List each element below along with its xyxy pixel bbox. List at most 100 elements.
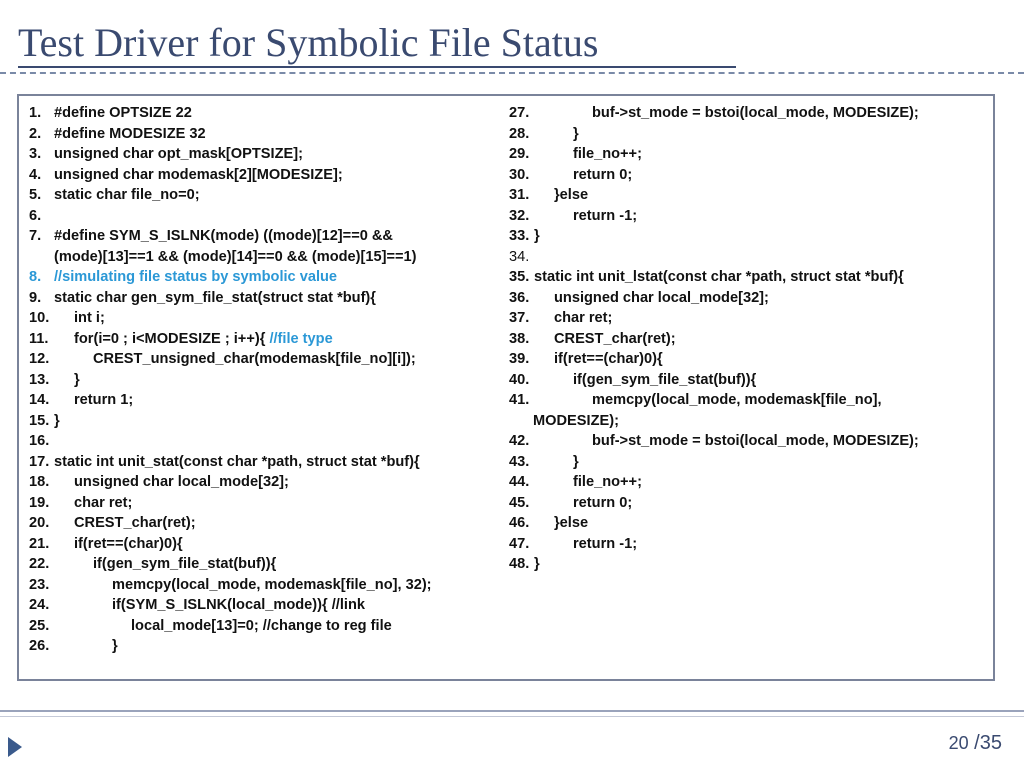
code-line: 40. if(gen_sym_file_stat(buf)){ — [509, 370, 994, 391]
line-number: 45. — [509, 494, 530, 511]
code-column-right: 27. buf->st_mode = bstoi(local_mode, MODE… — [509, 103, 994, 575]
line-number: 9. — [29, 289, 42, 306]
code-listing-box: 1. #define OPTSIZE 22 2. #define MODESIZE … — [17, 94, 995, 681]
line-number: 12. — [29, 351, 50, 367]
code-line: 38. CREST_char(ret); — [509, 329, 994, 350]
code-text: }else — [554, 187, 589, 203]
code-line: 20. CREST_char(ret); — [29, 513, 509, 534]
code-line: 15.} — [29, 411, 509, 432]
line-number: 40. — [509, 371, 530, 388]
code-line: 22. if(gen_sym_file_stat(buf)){ — [29, 554, 509, 575]
code-text: } — [573, 453, 579, 470]
code-text: CREST_char(ret); — [554, 330, 676, 347]
code-text: } — [74, 371, 80, 388]
code-comment: //file type — [269, 330, 333, 347]
code-text: return 1; — [74, 392, 134, 408]
code-line: 1. #define OPTSIZE 22 — [29, 103, 509, 124]
code-text: int i; — [74, 310, 105, 326]
code-text: }else — [554, 515, 589, 531]
code-line: 26.} — [29, 636, 509, 657]
code-text: static int unit_stat(const char *path, s… — [54, 453, 420, 470]
page-current: 20 — [948, 733, 969, 753]
code-line: 4. unsigned char modemask[2][MODESIZE]; — [29, 165, 509, 186]
code-line: 3. unsigned char opt_mask[OPTSIZE]; — [29, 144, 509, 165]
code-line: 34. — [509, 247, 994, 268]
code-text: file_no++; — [573, 146, 642, 162]
page-number: 20 /35 — [949, 732, 1002, 755]
code-line: 25. local_mode[13]=0; //change to reg fil… — [29, 616, 509, 637]
line-number: 2. — [29, 125, 42, 142]
line-number: 6. — [29, 207, 42, 224]
code-text: static int unit_lstat(const char *path, … — [534, 269, 904, 285]
code-text: unsigned char opt_mask[OPTSIZE]; — [54, 146, 303, 162]
page-total: 35 — [979, 732, 1002, 754]
line-number: 39. — [509, 351, 530, 367]
code-line: 32. return -1; — [509, 206, 994, 227]
code-line: 13.} — [29, 370, 509, 391]
code-line: 39. if(ret==(char)0){ — [509, 349, 994, 370]
code-text: file_no++; — [573, 474, 642, 490]
code-text: CREST_char(ret); — [74, 515, 196, 531]
line-number: 37. — [509, 310, 530, 326]
code-text: static char file_no=0; — [54, 187, 200, 203]
code-text: return -1; — [573, 535, 638, 552]
dashed-divider — [0, 72, 1024, 74]
code-line: 2. #define MODESIZE 32 — [29, 124, 509, 145]
line-number: 10. — [29, 310, 50, 326]
line-number: 31. — [509, 187, 530, 203]
code-text: buf->st_mode = bstoi(local_mode, MODESIZ… — [592, 433, 919, 449]
code-line: 16. — [29, 431, 509, 452]
code-line: 35. static int unit_lstat(const char *pat… — [509, 267, 994, 288]
code-line: 18. unsigned char local_mode[32]; — [29, 472, 509, 493]
code-text: return 0; — [573, 494, 633, 511]
code-line: 48.} — [509, 554, 994, 575]
line-number: 15. — [29, 412, 50, 429]
line-number: 30. — [509, 166, 530, 183]
code-text: } — [573, 125, 579, 142]
line-number: 43. — [509, 453, 530, 470]
code-line: 30. return 0; — [509, 165, 994, 186]
code-text: memcpy(local_mode, modemask[file_no], 32… — [112, 576, 432, 593]
line-number: 27. — [509, 105, 530, 121]
code-line: 46. }else — [509, 513, 994, 534]
code-line-comment: 8. //simulating file status by symbolic v… — [29, 267, 509, 288]
code-line: 29. file_no++; — [509, 144, 994, 165]
code-line: 19. char ret; — [29, 493, 509, 514]
line-number: 29. — [509, 146, 530, 162]
code-line: 5. static char file_no=0; — [29, 185, 509, 206]
line-number — [509, 411, 533, 432]
line-number: 14. — [29, 392, 50, 408]
code-text: unsigned char local_mode[32]; — [74, 474, 289, 490]
line-number: 23. — [29, 576, 50, 593]
code-text: return -1; — [573, 207, 638, 224]
code-line: 12. CREST_unsigned_char(modemask[file_no]… — [29, 349, 509, 370]
line-number: 28. — [509, 125, 530, 142]
line-number: 17. — [29, 453, 50, 470]
code-text: for(i=0 ; i<MODESIZE ; i++){ — [74, 330, 270, 347]
code-line: 42. buf->st_mode = bstoi(local_mode, MODE… — [509, 431, 994, 452]
code-line: 31. }else — [509, 185, 994, 206]
code-text: CREST_unsigned_char(modemask[file_no][i]… — [93, 351, 416, 367]
line-number: 48. — [509, 556, 530, 572]
code-text: #define MODESIZE 32 — [54, 125, 206, 142]
code-line: 14. return 1; — [29, 390, 509, 411]
footer-divider — [0, 710, 1024, 712]
code-line: 27. buf->st_mode = bstoi(local_mode, MODE… — [509, 103, 994, 124]
code-line-continuation: MODESIZE); — [509, 411, 994, 432]
line-number — [29, 247, 54, 268]
code-line: 44. file_no++; — [509, 472, 994, 493]
page-separator: / — [968, 732, 980, 754]
line-number: 7. — [29, 228, 42, 244]
code-line: 23. memcpy(local_mode, modemask[file_no],… — [29, 575, 509, 596]
line-number: 4. — [29, 166, 42, 183]
line-number: 42. — [509, 433, 530, 449]
line-number: 13. — [29, 371, 50, 388]
line-number: 22. — [29, 556, 50, 572]
code-line: 24. if(SYM_S_ISLNK(local_mode)){ //link — [29, 595, 509, 616]
slide-triangle-icon — [8, 737, 22, 757]
code-text: #define OPTSIZE 22 — [54, 105, 192, 121]
code-text: if(ret==(char)0){ — [74, 535, 183, 552]
code-line-continuation: (mode)[13]==1 && (mode)[14]==0 && (mode)… — [29, 247, 509, 268]
code-text: (mode)[13]==1 && (mode)[14]==0 && (mode)… — [54, 248, 417, 265]
line-number: 46. — [509, 515, 530, 531]
